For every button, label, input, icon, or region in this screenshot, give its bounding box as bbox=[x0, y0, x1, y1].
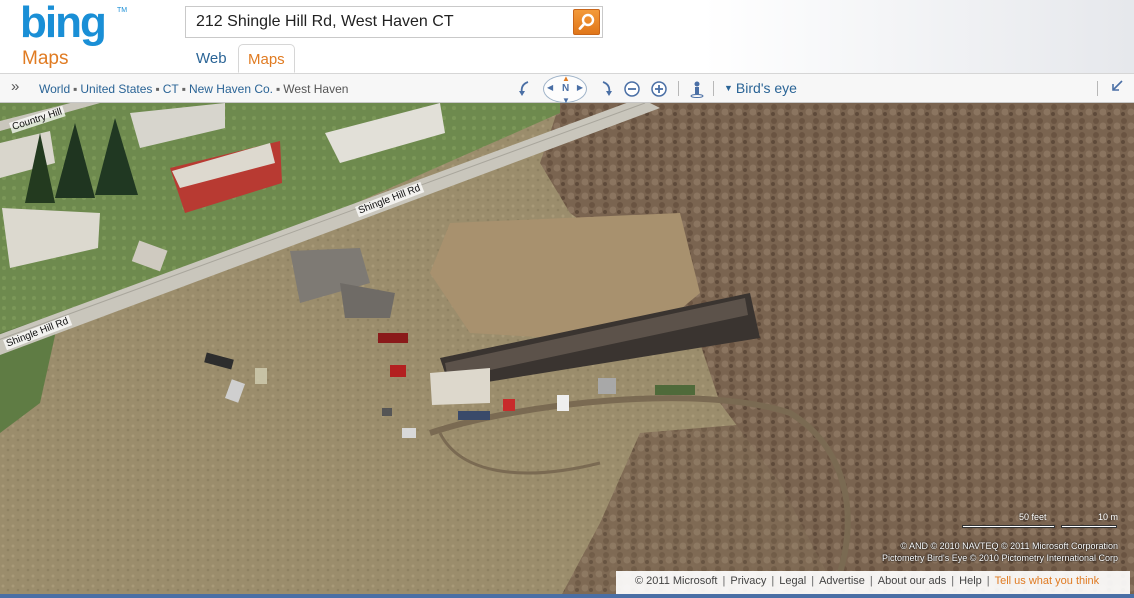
footer-link-about-ads[interactable]: About our ads bbox=[878, 575, 947, 587]
toolbar-divider bbox=[678, 81, 679, 96]
window-bottom-border bbox=[0, 594, 1134, 598]
breadcrumb-separator: ▪ bbox=[155, 82, 160, 96]
footer: © 2011 Microsoft | Privacy | Legal | Advertise… bbox=[616, 571, 1130, 594]
compass-right-icon[interactable]: ▶ bbox=[577, 83, 583, 92]
footer-separator: | bbox=[869, 575, 873, 587]
zoom-in-icon[interactable] bbox=[650, 80, 668, 98]
footer-link-privacy[interactable]: Privacy bbox=[730, 575, 766, 587]
map-toolbar: » World ▪ United States ▪ CT ▪ New Haven Co. ▪ W… bbox=[0, 73, 1134, 105]
breadcrumb-ct[interactable]: CT bbox=[163, 82, 179, 96]
search-box bbox=[185, 6, 603, 38]
map-scale: 50 feet 10 m bbox=[960, 512, 1120, 532]
search-icon bbox=[578, 13, 595, 30]
search-input[interactable] bbox=[186, 7, 570, 37]
breadcrumb-separator: ▪ bbox=[73, 82, 78, 96]
toolbar-divider bbox=[713, 81, 714, 96]
footer-separator: | bbox=[771, 575, 775, 587]
breadcrumb-separator: ▪ bbox=[276, 82, 281, 96]
breadcrumb-united-states[interactable]: United States bbox=[80, 82, 152, 96]
minimize-arrow-icon[interactable] bbox=[1110, 79, 1124, 93]
tab-maps[interactable]: Maps bbox=[238, 44, 295, 73]
streetside-person-icon[interactable] bbox=[688, 80, 706, 98]
toolbar-divider bbox=[1097, 81, 1098, 96]
map-canvas[interactable]: Country Hill Shingle Hill Rd Shingle Hil… bbox=[0, 103, 1134, 598]
footer-link-help[interactable]: Help bbox=[959, 575, 982, 587]
view-mode-dropdown[interactable]: ▼ Bird's eye bbox=[724, 80, 797, 96]
compass[interactable]: ▲ ◀ N ▶ ▼ bbox=[543, 74, 587, 105]
search-button[interactable] bbox=[573, 9, 600, 35]
footer-link-advertise[interactable]: Advertise bbox=[819, 575, 865, 587]
scale-bar-meters bbox=[1061, 525, 1117, 528]
footer-separator: | bbox=[722, 575, 726, 587]
rotate-left-icon[interactable] bbox=[516, 80, 534, 98]
footer-separator: | bbox=[951, 575, 955, 587]
attribution-line: © AND © 2010 NAVTEQ © 2011 Microsoft Cor… bbox=[900, 541, 1118, 551]
compass-north-label: N bbox=[562, 83, 570, 94]
footer-feedback-link[interactable]: Tell us what you think bbox=[995, 575, 1100, 587]
compass-left-icon[interactable]: ◀ bbox=[547, 83, 553, 92]
breadcrumb-west-haven: West Haven bbox=[283, 82, 349, 96]
header: bing TM Maps Web Maps bbox=[0, 0, 1134, 73]
footer-separator: | bbox=[986, 575, 990, 587]
caret-down-icon: ▼ bbox=[724, 83, 733, 93]
rotate-right-icon[interactable] bbox=[597, 80, 615, 98]
breadcrumb-world[interactable]: World bbox=[39, 82, 70, 96]
vertical-title: Maps bbox=[22, 48, 69, 69]
scale-meters-label: 10 m bbox=[1097, 512, 1118, 522]
view-mode-label: Bird's eye bbox=[735, 80, 797, 96]
bing-logo[interactable]: bing bbox=[20, 0, 107, 48]
footer-separator: | bbox=[811, 575, 815, 587]
scale-feet-label: 50 feet bbox=[1019, 512, 1047, 522]
map-attribution: © AND © 2010 NAVTEQ © 2011 Microsoft Cor… bbox=[882, 540, 1118, 564]
logo-trademark: TM bbox=[117, 7, 128, 14]
tab-web[interactable]: Web bbox=[187, 44, 236, 73]
attribution-line: Pictometry Bird's Eye © 2010 Pictometry … bbox=[882, 553, 1118, 563]
breadcrumb-separator: ▪ bbox=[181, 82, 186, 96]
expand-panel-icon[interactable]: » bbox=[11, 78, 19, 95]
zoom-out-icon[interactable] bbox=[623, 80, 641, 98]
footer-link-legal[interactable]: Legal bbox=[779, 575, 806, 587]
scale-bar-feet bbox=[962, 525, 1055, 528]
breadcrumb-new-haven-co[interactable]: New Haven Co. bbox=[189, 82, 273, 96]
footer-copyright: © 2011 Microsoft bbox=[635, 575, 718, 587]
breadcrumb: World ▪ United States ▪ CT ▪ New Haven Co. ▪ Wes… bbox=[39, 82, 348, 96]
compass-up-icon[interactable]: ▲ bbox=[562, 74, 570, 83]
